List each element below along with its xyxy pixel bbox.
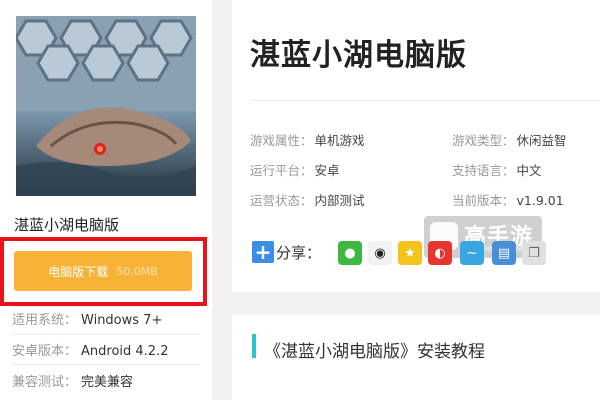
pc-download-button[interactable]: 电脑版下载 50.0MB (14, 251, 192, 291)
more-icon[interactable]: ❐ (522, 241, 546, 265)
meta-system-label: 适用系统： (12, 313, 78, 328)
info-status-label: 运营状态： (250, 193, 313, 208)
meta-compat-value: 完美兼容 (81, 375, 134, 390)
download-label: 电脑版下载 (48, 264, 109, 279)
share-label: 分享： (276, 244, 322, 262)
section-accent-bar (252, 334, 256, 358)
divider (12, 334, 200, 335)
game-name: 湛蓝小湖电脑版 (14, 216, 120, 234)
info-attribute-label: 游戏属性： (250, 133, 313, 148)
info-type: 游戏类型： 休闲益智 (452, 130, 567, 149)
info-platform-value: 安卓 (314, 163, 340, 178)
print-icon[interactable]: ▤ (492, 241, 516, 265)
meta-compat: 兼容测试： 完美兼容 (12, 371, 133, 390)
info-version-label: 当前版本： (452, 193, 515, 208)
info-language-value: 中文 (516, 163, 542, 178)
info-status-value: 内部测试 (314, 193, 365, 208)
meta-system: 适用系统： Windows 7+ (12, 309, 162, 328)
divider (12, 306, 200, 307)
info-platform-label: 运行平台： (250, 163, 313, 178)
download-size: 50.0MB (116, 264, 158, 278)
meta-android-value: Android 4.2.2 (81, 344, 169, 359)
qzone-icon[interactable]: ★ (398, 241, 422, 265)
meta-android-label: 安卓版本： (12, 344, 78, 359)
info-attribute-value[interactable]: 单机游戏 (315, 133, 365, 148)
info-language: 支持语言： 中文 (452, 160, 542, 179)
info-attribute: 游戏属性： 单机游戏 (250, 130, 365, 149)
weibo-icon[interactable]: ◐ (428, 241, 452, 265)
meta-compat-label: 兼容测试： (12, 375, 78, 390)
info-version-value: v1.9.01 (516, 193, 564, 208)
info-language-label: 支持语言： (452, 163, 515, 178)
meta-system-value: Windows 7+ (81, 313, 163, 328)
info-type-value[interactable]: 休闲益智 (517, 133, 567, 148)
qq-icon[interactable]: ◉ (368, 241, 392, 265)
divider (12, 364, 200, 365)
game-cover-image (16, 16, 196, 196)
tutorial-heading: 《湛蓝小湖电脑版》安装教程 (264, 342, 485, 362)
divider (250, 100, 600, 101)
info-platform: 运行平台： 安卓 (250, 160, 340, 179)
page-title: 湛蓝小湖电脑版 (250, 38, 467, 73)
info-type-label: 游戏类型： (452, 133, 515, 148)
share-plus-icon[interactable]: + (252, 241, 274, 263)
info-version: 当前版本： v1.9.01 (452, 190, 564, 209)
wechat-icon[interactable]: ● (338, 241, 362, 265)
info-status: 运营状态： 内部测试 (250, 190, 365, 209)
tencent-weibo-icon[interactable]: ~ (460, 241, 484, 265)
meta-android: 安卓版本： Android 4.2.2 (12, 340, 169, 359)
